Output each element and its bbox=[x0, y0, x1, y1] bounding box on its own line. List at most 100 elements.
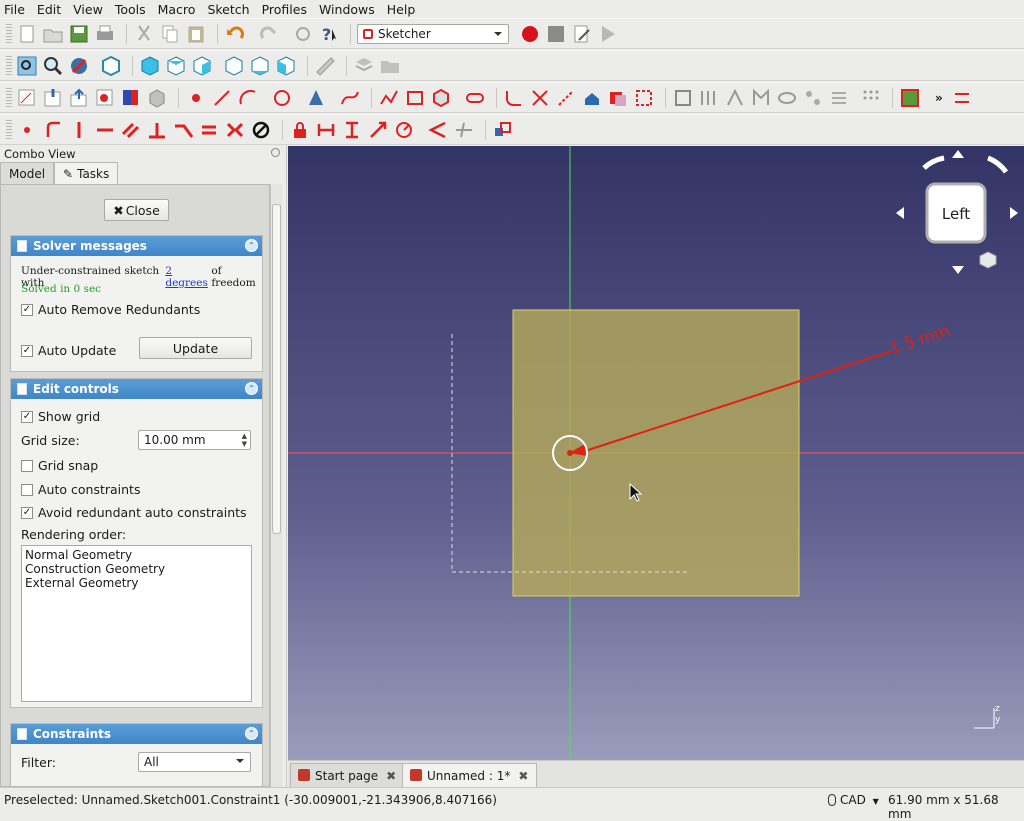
vertical-distance-icon[interactable] bbox=[341, 119, 363, 141]
undock-icon[interactable] bbox=[271, 148, 280, 157]
menu-file[interactable]: File bbox=[4, 2, 25, 17]
swap-icon[interactable] bbox=[951, 87, 973, 109]
rear-view-icon[interactable] bbox=[223, 55, 245, 77]
record-macro-icon[interactable] bbox=[519, 23, 541, 45]
scrollbar-thumb[interactable] bbox=[272, 204, 281, 534]
collapse-icon[interactable]: ⌃ bbox=[245, 727, 258, 740]
auto-constraints-row[interactable]: Auto constraints bbox=[21, 482, 140, 497]
edit-macro-icon[interactable] bbox=[571, 23, 593, 45]
auto-remove-redundants-row[interactable]: ✓ Auto Remove Redundants bbox=[21, 302, 200, 317]
trim-icon[interactable] bbox=[529, 87, 551, 109]
leave-sketch-icon[interactable] bbox=[68, 87, 90, 109]
copy-icon[interactable] bbox=[159, 23, 181, 45]
toggle-driving-icon[interactable] bbox=[492, 119, 514, 141]
select-redundant-icon[interactable] bbox=[750, 87, 772, 109]
part-icon[interactable] bbox=[353, 55, 375, 77]
toolbar-grip[interactable] bbox=[6, 119, 12, 140]
grid-snap-row[interactable]: Grid snap bbox=[21, 458, 98, 473]
select-constraints-icon[interactable] bbox=[672, 87, 694, 109]
auto-constraints-checkbox[interactable] bbox=[21, 483, 33, 496]
avoid-redundant-checkbox[interactable]: ✓ bbox=[21, 506, 33, 519]
show-grid-checkbox[interactable]: ✓ bbox=[21, 410, 33, 423]
menu-macro[interactable]: Macro bbox=[158, 2, 196, 17]
save-icon[interactable] bbox=[68, 23, 90, 45]
navigation-cube[interactable]: Left bbox=[896, 150, 1018, 274]
menu-profiles[interactable]: Profiles bbox=[262, 2, 307, 17]
point-icon[interactable] bbox=[185, 87, 207, 109]
symmetry-tool-icon[interactable] bbox=[776, 87, 798, 109]
fit-all-icon[interactable] bbox=[16, 55, 38, 77]
construction-mode-icon[interactable] bbox=[633, 87, 655, 109]
external-geometry-icon[interactable] bbox=[581, 87, 603, 109]
print-icon[interactable] bbox=[94, 23, 116, 45]
fillet-icon[interactable] bbox=[503, 87, 525, 109]
perpendicular-constraint-icon[interactable] bbox=[146, 119, 168, 141]
whats-this-icon[interactable]: ? bbox=[318, 23, 340, 45]
tab-start-page[interactable]: Start page ✖ bbox=[290, 763, 406, 787]
paste-icon[interactable] bbox=[185, 23, 207, 45]
select-origin-icon[interactable] bbox=[698, 87, 720, 109]
bottom-view-icon[interactable] bbox=[249, 55, 271, 77]
copy-array-icon[interactable] bbox=[828, 87, 850, 109]
radius-constraint-icon[interactable] bbox=[393, 119, 415, 141]
menu-sketch[interactable]: Sketch bbox=[207, 2, 249, 17]
run-macro-icon[interactable] bbox=[597, 23, 619, 45]
toolbar-grip[interactable] bbox=[6, 23, 12, 44]
refresh-icon[interactable] bbox=[292, 23, 314, 45]
coincident-constraint-icon[interactable] bbox=[16, 119, 38, 141]
menu-tools[interactable]: Tools bbox=[115, 2, 146, 17]
toolbar-overflow-icon[interactable]: » bbox=[935, 91, 943, 105]
update-button[interactable]: Update bbox=[139, 337, 252, 359]
arc-icon[interactable] bbox=[237, 87, 259, 109]
3d-viewport[interactable]: 1.5 mm Left z y bbox=[288, 146, 1024, 760]
line-icon[interactable] bbox=[211, 87, 233, 109]
stop-macro-icon[interactable] bbox=[545, 23, 567, 45]
auto-update-checkbox[interactable]: ✓ bbox=[21, 344, 33, 357]
tab-model[interactable]: Model bbox=[0, 162, 55, 184]
equal-constraint-icon[interactable] bbox=[198, 119, 220, 141]
sketch-canvas[interactable]: 1.5 mm Left z y bbox=[288, 146, 1024, 760]
auto-remove-redundants-checkbox[interactable]: ✓ bbox=[21, 303, 33, 316]
rectangle-icon[interactable] bbox=[404, 87, 426, 109]
list-item[interactable]: External Geometry bbox=[25, 576, 248, 590]
polygon-icon[interactable] bbox=[430, 87, 452, 109]
nav-style-selector[interactable]: CAD ▼ bbox=[840, 793, 879, 807]
rectangular-array-icon[interactable] bbox=[860, 87, 882, 109]
measure-icon[interactable] bbox=[314, 55, 336, 77]
avoid-redundant-row[interactable]: ✓ Avoid redundant auto constraints bbox=[21, 505, 247, 520]
menu-view[interactable]: View bbox=[73, 2, 103, 17]
toolbar-grip[interactable] bbox=[6, 87, 12, 108]
vertical-constraint-icon[interactable] bbox=[68, 119, 90, 141]
clone-icon[interactable] bbox=[802, 87, 824, 109]
draw-style-icon[interactable] bbox=[68, 55, 90, 77]
isometric-view-icon[interactable] bbox=[100, 55, 122, 77]
menu-help[interactable]: Help bbox=[387, 2, 416, 17]
horizontal-distance-icon[interactable] bbox=[315, 119, 337, 141]
circle-icon[interactable] bbox=[271, 87, 293, 109]
symmetric-constraint-icon[interactable] bbox=[224, 119, 246, 141]
toolbar-grip[interactable] bbox=[6, 55, 12, 76]
solver-messages-header[interactable]: Solver messages ⌃ bbox=[11, 236, 262, 256]
panel-scrollbar[interactable] bbox=[270, 184, 282, 787]
workbench-selector[interactable]: Sketcher bbox=[357, 23, 509, 44]
close-tab-icon[interactable]: ✖ bbox=[386, 769, 396, 783]
list-item[interactable]: Normal Geometry bbox=[25, 548, 248, 562]
collapse-icon[interactable]: ⌃ bbox=[245, 382, 258, 395]
new-sketch-icon[interactable] bbox=[16, 87, 38, 109]
spin-arrows-icon[interactable]: ▲ ▼ bbox=[242, 432, 247, 448]
view-sketch-icon[interactable] bbox=[94, 87, 116, 109]
select-axes-icon[interactable] bbox=[724, 87, 746, 109]
block-constraint-icon[interactable] bbox=[250, 119, 272, 141]
polyline-icon[interactable] bbox=[378, 87, 400, 109]
slot-icon[interactable] bbox=[464, 87, 486, 109]
undo-icon[interactable] bbox=[224, 23, 246, 45]
grid-snap-checkbox[interactable] bbox=[21, 459, 33, 472]
menu-windows[interactable]: Windows bbox=[319, 2, 375, 17]
front-view-icon[interactable] bbox=[139, 55, 161, 77]
angle-constraint-icon[interactable] bbox=[427, 119, 449, 141]
menu-edit[interactable]: Edit bbox=[37, 2, 61, 17]
tab-unnamed[interactable]: Unnamed : 1* ✖ bbox=[402, 763, 538, 787]
edit-controls-header[interactable]: Edit controls ⌃ bbox=[11, 379, 262, 399]
horizontal-constraint-icon[interactable] bbox=[94, 119, 116, 141]
dof-link[interactable]: 2 degrees bbox=[165, 265, 211, 289]
